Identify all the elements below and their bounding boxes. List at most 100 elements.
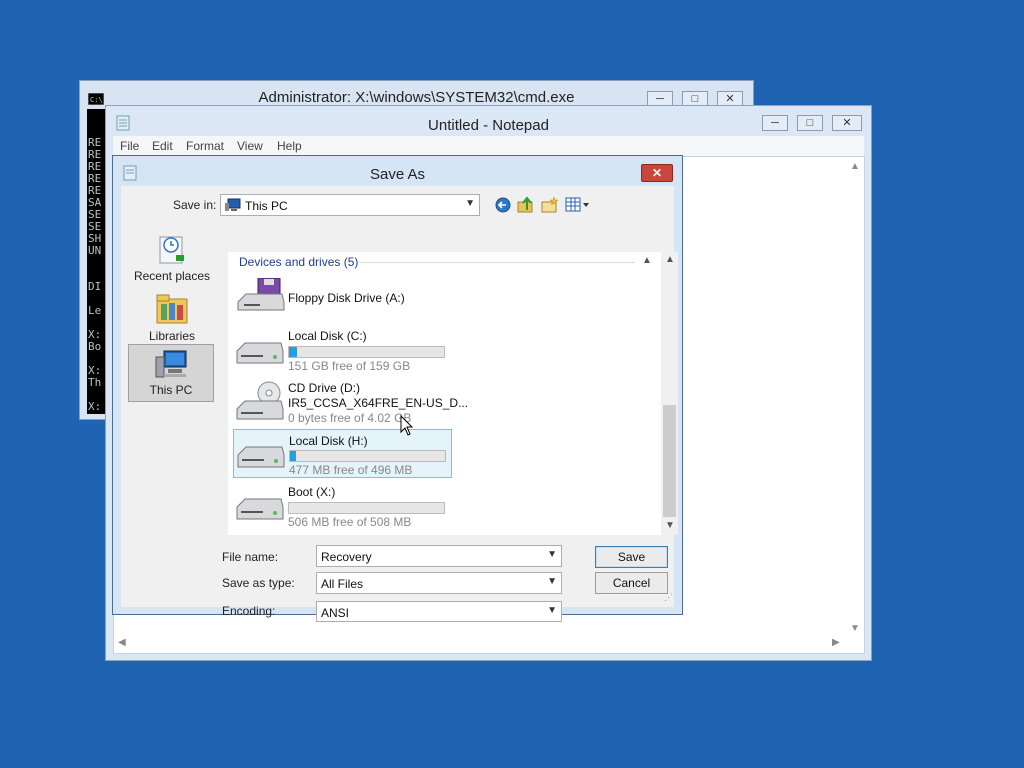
save-as-type-dropdown[interactable]: All Files ▼ [316, 572, 562, 594]
drive-usage-bar [289, 450, 446, 462]
console-line: Le [88, 304, 102, 317]
nav-this-pc[interactable]: This PC [128, 344, 214, 402]
drive-free-space: 506 MB free of 508 MB [288, 515, 412, 529]
save-in-label: Save in: [173, 198, 217, 212]
console-line: DI [88, 280, 102, 293]
chevron-down-icon: ▼ [547, 576, 557, 587]
drive-local-c[interactable]: Local Disk (C:) 151 GB free of 159 GB [233, 325, 452, 374]
encoding-dropdown[interactable]: ANSI ▼ [316, 601, 562, 622]
nav-label: Libraries [148, 329, 196, 343]
drive-usage-fill [289, 347, 297, 357]
drive-cd-d[interactable]: CD Drive (D:) IR5_CCSA_X64FRE_EN-US_D...… [233, 377, 468, 426]
drive-name: Floppy Disk Drive (A:) [288, 291, 405, 305]
console-line: UN [88, 244, 102, 257]
notepad-title: Untitled - Notepad [428, 117, 549, 134]
file-list[interactable]: Devices and drives (5) ▲ Floppy Disk Dri… [228, 252, 678, 535]
drive-boot-x[interactable]: Boot (X:) 506 MB free of 508 MB [233, 481, 452, 530]
scroll-down-icon[interactable]: ▼ [665, 520, 675, 531]
notepad-close-button[interactable]: ✕ [832, 115, 862, 131]
hard-drive-icon [236, 498, 284, 520]
libraries-icon [156, 294, 188, 324]
cd-drive-icon [236, 381, 284, 420]
save-button[interactable]: Save [595, 546, 668, 568]
drive-name: Local Disk (C:) [288, 329, 367, 343]
menu-format[interactable]: Format [186, 139, 224, 153]
resize-grip-icon[interactable]: ⋰ [664, 592, 673, 603]
back-arrow-icon[interactable] [495, 197, 511, 213]
notepad-menubar: File Edit Format View Help [113, 136, 864, 156]
drive-free-space: 0 bytes free of 4.02 GB [288, 411, 412, 425]
console-line: Th [88, 376, 102, 389]
maximize-icon: □ [691, 93, 699, 105]
close-icon: ✕ [651, 166, 663, 180]
drive-usage-bar [288, 502, 445, 514]
hard-drive-icon [236, 342, 284, 364]
drive-free-space: 151 GB free of 159 GB [288, 359, 411, 373]
this-pc-icon [155, 350, 187, 378]
save-as-dialog[interactable]: Save As ✕ Save in: This PC ▼ Recent plac… [112, 155, 683, 622]
up-folder-icon[interactable] [517, 196, 535, 214]
save-as-titlebar[interactable]: Save As [113, 156, 682, 186]
scroll-left-icon[interactable]: ◀ [118, 637, 126, 648]
chevron-down-icon: ▼ [547, 605, 557, 616]
file-list-scrollbar[interactable]: ▲ ▼ [661, 252, 678, 535]
scroll-up-icon[interactable]: ▲ [665, 254, 675, 265]
maximize-icon: □ [806, 117, 814, 129]
this-pc-icon [225, 198, 241, 211]
group-header[interactable]: Devices and drives (5) [239, 255, 358, 269]
menu-help[interactable]: Help [277, 139, 302, 153]
chevron-down-icon: ▼ [547, 549, 557, 560]
drive-usage-fill [290, 451, 297, 461]
encoding-value: ANSI [321, 606, 350, 620]
scrollbar-thumb[interactable] [663, 405, 676, 517]
encoding-label: Encoding: [222, 604, 276, 618]
floppy-drive-icon [237, 278, 285, 311]
save-as-title: Save As [369, 166, 426, 183]
recent-places-icon [159, 236, 184, 264]
save-as-close-button[interactable]: ✕ [641, 164, 673, 182]
file-name-label: File name: [222, 550, 279, 564]
nav-libraries[interactable]: Libraries [129, 289, 215, 345]
drive-name: CD Drive (D:) [288, 381, 360, 395]
console-line: Bo [88, 340, 102, 353]
notepad-maximize-button[interactable]: □ [797, 115, 823, 131]
drive-local-h[interactable]: Local Disk (H:) 477 MB free of 496 MB [233, 429, 452, 478]
menu-file[interactable]: File [120, 139, 139, 153]
drive-free-space: 477 MB free of 496 MB [289, 463, 413, 477]
scroll-right-icon[interactable]: ▶ [832, 637, 840, 648]
menu-view[interactable]: View [237, 139, 263, 153]
hard-drive-icon [237, 446, 285, 468]
drive-floppy-a[interactable]: Floppy Disk Drive (A:) [233, 276, 452, 316]
view-menu-icon[interactable] [565, 197, 591, 213]
file-name-value: Recovery [321, 550, 372, 564]
new-folder-icon[interactable] [541, 196, 559, 214]
drive-name: Local Disk (H:) [289, 434, 368, 448]
close-icon: ✕ [842, 117, 852, 129]
close-icon: ✕ [725, 93, 735, 105]
save-in-dropdown[interactable]: This PC ▼ [220, 194, 480, 216]
scroll-down-icon[interactable]: ▼ [850, 623, 860, 634]
save-as-client: Save in: This PC ▼ Recent places Librari… [121, 186, 678, 622]
minimize-icon: ─ [656, 93, 664, 105]
minimize-icon: ─ [771, 117, 779, 129]
drive-usage-bar [288, 346, 445, 358]
cancel-button[interactable]: Cancel [595, 572, 668, 594]
drive-name: Boot (X:) [288, 485, 336, 499]
drive-volume-label: IR5_CCSA_X64FRE_EN-US_D... [288, 396, 469, 410]
group-divider [359, 262, 635, 263]
menu-edit[interactable]: Edit [152, 139, 173, 153]
save-as-type-label: Save as type: [222, 576, 295, 590]
nav-label: This PC [149, 383, 193, 397]
notepad-titlebar[interactable]: Untitled - Notepad ─ □ ✕ [106, 106, 871, 136]
nav-recent-places[interactable]: Recent places [129, 229, 215, 285]
mouse-cursor-icon [400, 415, 414, 436]
nav-label: Recent places [133, 269, 211, 283]
save-as-type-value: All Files [321, 577, 364, 591]
scroll-up-icon[interactable]: ▲ [850, 161, 860, 172]
file-name-input[interactable]: Recovery ▼ [316, 545, 562, 567]
chevron-down-icon: ▼ [465, 198, 475, 209]
console-line: X: [88, 400, 102, 413]
save-in-value: This PC [245, 199, 288, 213]
collapse-group-icon[interactable]: ▲ [642, 255, 652, 266]
notepad-minimize-button[interactable]: ─ [762, 115, 788, 131]
